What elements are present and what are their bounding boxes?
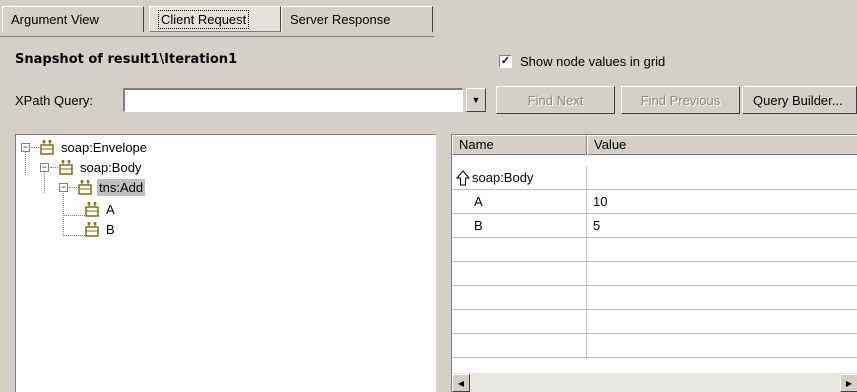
tab-server-response[interactable]: Server Response — [281, 6, 433, 32]
arrow-left-icon: ◀ — [457, 378, 465, 388]
tree-connector — [63, 191, 64, 236]
tree-node-b[interactable]: B — [85, 219, 117, 239]
grid-header: Name Value — [452, 135, 857, 155]
tree-connector — [63, 235, 85, 236]
tree-node-add[interactable]: − tns:Add — [59, 177, 146, 197]
grid-cell-name: B — [452, 214, 587, 238]
tree-node-body[interactable]: − soap:Body — [40, 157, 143, 177]
find-previous-button[interactable]: Find Previous — [621, 86, 740, 114]
grid-cell-value — [587, 166, 857, 190]
parent-node-label: soap:Body — [472, 170, 534, 185]
xml-node-icon — [59, 160, 73, 175]
scroll-track[interactable] — [470, 373, 840, 392]
collapse-icon[interactable]: − — [21, 142, 30, 152]
show-values-option[interactable]: ✓ Show node values in grid — [499, 52, 665, 70]
grid-cell-value: 5 — [587, 214, 857, 238]
grid-parent-row[interactable]: soap:Body — [452, 166, 857, 190]
grid-cell-value — [587, 286, 857, 310]
chevron-down-icon: ▼ — [471, 95, 481, 105]
query-builder-button[interactable]: Query Builder... — [742, 86, 857, 114]
empty-row — [452, 310, 857, 334]
scroll-right-button[interactable]: ▶ — [840, 374, 857, 392]
tree-connector — [69, 186, 77, 188]
snapshot-title: Snapshot of result1\Iteration1 — [15, 52, 238, 67]
xml-node-icon — [40, 140, 54, 155]
grid-cell-value — [587, 262, 857, 286]
view-tabs: Argument View Client Request Server Resp… — [0, 0, 857, 37]
values-grid[interactable]: Name Value soap:Body A 10 B 5 ◀ ▶ — [451, 134, 857, 392]
tree-node-label: soap:Envelope — [61, 139, 148, 155]
tab-client-request-label: Client Request — [158, 10, 250, 29]
tree-node-label: soap:Body — [80, 159, 142, 175]
column-header-name[interactable]: Name — [452, 135, 587, 155]
tree-node-a[interactable]: A — [85, 199, 117, 219]
tree-connector — [31, 146, 39, 148]
horizontal-scrollbar[interactable]: ◀ ▶ — [452, 373, 857, 392]
tab-client-request[interactable]: Client Request — [149, 6, 281, 32]
grid-cell-name — [452, 334, 587, 358]
tab-argument-view[interactable]: Argument View — [2, 6, 144, 32]
table-row[interactable]: B 5 — [452, 214, 857, 238]
show-values-label: Show node values in grid — [520, 53, 666, 69]
tab-divider — [0, 36, 434, 37]
grid-cell-name — [452, 286, 587, 310]
tree-node-label: B — [106, 221, 115, 237]
xml-node-icon — [85, 202, 99, 217]
empty-row — [452, 286, 857, 310]
up-arrow-icon — [456, 169, 470, 185]
grid-cell-value — [587, 334, 857, 358]
empty-row — [452, 334, 857, 358]
tree-connector — [50, 166, 58, 168]
grid-cell-name — [452, 238, 587, 262]
empty-row — [452, 262, 857, 286]
grid-cell-value — [587, 310, 857, 334]
grid-cell-name — [452, 262, 587, 286]
show-values-checkbox[interactable]: ✓ — [499, 54, 512, 68]
grid-cell-name: A — [452, 190, 587, 214]
tree-node-label: A — [106, 201, 115, 217]
grid-cell-value — [587, 238, 857, 262]
empty-row — [452, 238, 857, 262]
xml-node-icon — [78, 180, 92, 195]
tree-node-envelope[interactable]: − soap:Envelope — [21, 137, 149, 157]
find-next-button[interactable]: Find Next — [496, 86, 615, 114]
scroll-left-button[interactable]: ◀ — [452, 374, 470, 392]
arrow-right-icon: ▶ — [845, 378, 853, 388]
xml-tree[interactable]: − soap:Envelope − soap:Body − tns:Add A … — [15, 134, 436, 392]
xpath-label: XPath Query: — [15, 93, 94, 108]
column-header-value[interactable]: Value — [587, 135, 857, 155]
grid-cell-name: soap:Body — [452, 166, 587, 190]
xpath-dropdown-button[interactable]: ▼ — [466, 88, 486, 112]
grid-cell-value: 10 — [587, 190, 857, 214]
tree-connector — [63, 215, 85, 216]
collapse-icon[interactable]: − — [40, 162, 49, 172]
table-row[interactable]: A 10 — [452, 190, 857, 214]
grid-cell-name — [452, 310, 587, 334]
tree-node-label-selected: tns:Add — [97, 178, 146, 196]
xml-node-icon — [85, 222, 99, 237]
collapse-icon[interactable]: − — [59, 182, 68, 192]
xpath-input[interactable] — [123, 88, 463, 112]
